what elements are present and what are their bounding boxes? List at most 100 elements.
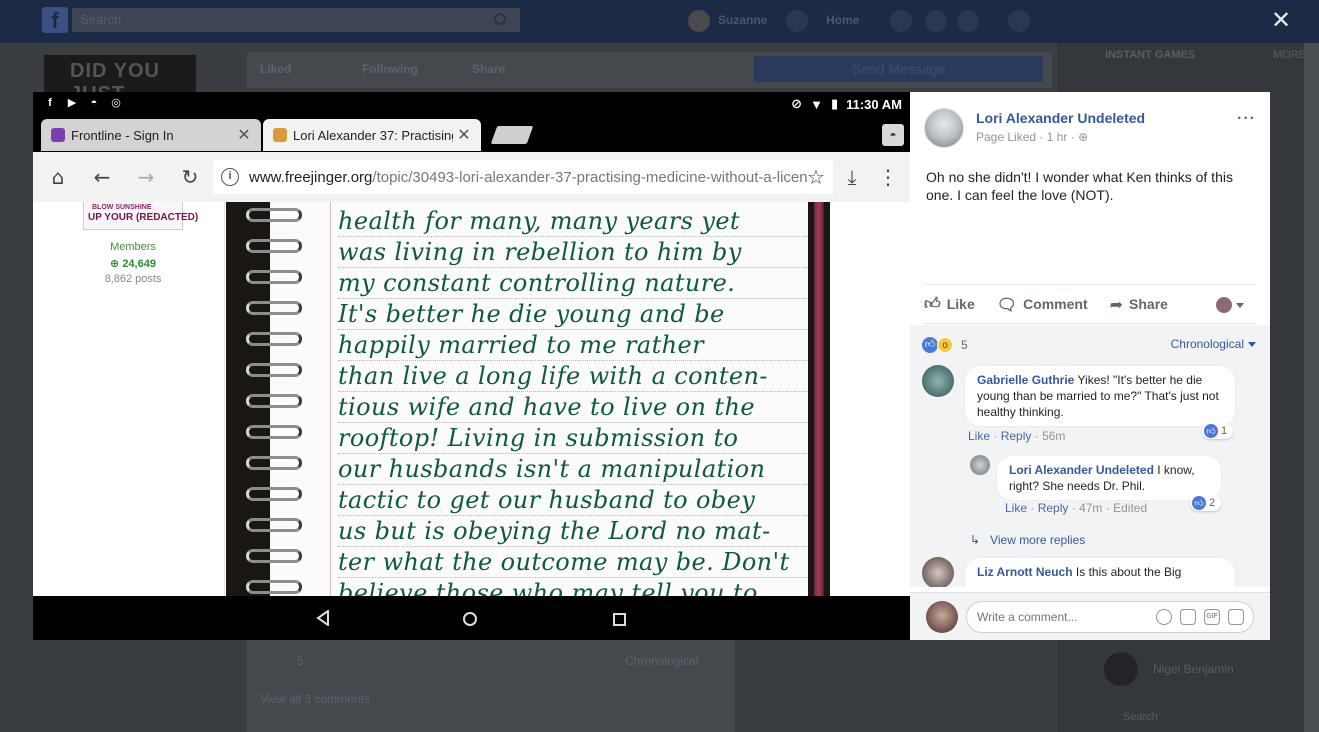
notifications-icon	[957, 10, 979, 32]
comment-sort-dropdown[interactable]: Chronological	[1171, 337, 1256, 351]
bookmark-star-icon[interactable]: ☆	[803, 164, 829, 190]
home-icon[interactable]: ⌂	[45, 164, 71, 190]
commenter-name[interactable]: Liz Arnott Neuch	[977, 565, 1073, 579]
youtube-notification-icon: ▶	[67, 97, 77, 109]
gif-icon[interactable]: GIF	[1204, 609, 1220, 625]
spiral-ring	[246, 270, 302, 284]
back-nav-icon[interactable]	[315, 610, 331, 626]
new-tab-button[interactable]	[490, 126, 534, 144]
user-avatar	[688, 10, 710, 32]
reputation-count: ⊕ 24,649	[110, 258, 156, 270]
forward-arrow-icon[interactable]: →	[133, 164, 159, 190]
instant-games-label: INSTANT GAMES	[1105, 49, 1196, 61]
sticker-icon[interactable]	[1228, 609, 1244, 625]
handwritten-line: health for many, many years yet	[338, 206, 808, 237]
reaction-count: 5	[961, 338, 968, 352]
recents-nav-icon[interactable]	[613, 613, 626, 626]
facebook-logo-icon: f	[42, 7, 68, 33]
browser-toolbar: ⌂ ← → ↻ i www.freejinger.org /topic/3049…	[33, 152, 910, 202]
bg-reaction-count: 5	[297, 654, 304, 668]
search-icon	[494, 13, 506, 25]
wow-reaction-icon: o	[937, 337, 953, 353]
photo-viewer-image[interactable]: f ▶ ◓ ◎ ⊘ ▼ ▮ 11:30 AM Frontline - Sign …	[33, 92, 910, 640]
forum-page-content: BLOW SUNSHINE UP YOUR (REDACTED) Members…	[33, 202, 910, 596]
home-nav-icon[interactable]	[463, 612, 477, 626]
handwritten-line: tious wife and have to live on the	[338, 392, 808, 423]
reactions-summary[interactable]: 👍︎ o 5	[922, 337, 968, 353]
comment-reply-link[interactable]: Reply	[1038, 501, 1069, 515]
comment-reply-link[interactable]: Reply	[1001, 429, 1032, 443]
post-as-selector[interactable]	[1216, 297, 1244, 313]
commenter-avatar[interactable]	[922, 557, 954, 587]
post-time[interactable]: 1 hr	[1047, 130, 1068, 144]
like-reaction-icon: 👍︎	[922, 337, 938, 353]
spiral-ring	[246, 518, 302, 532]
spiral-ring	[246, 487, 302, 501]
member-group: Members	[110, 241, 156, 253]
emoji-icon[interactable]	[1156, 609, 1172, 625]
post-header: Lori Alexander Undeleted Page Liked · 1 …	[924, 108, 1260, 148]
freejinger-favicon-icon	[273, 128, 287, 142]
comments-section: 👍︎ o 5 Chronological Gabrielle Guthrie Y…	[910, 325, 1270, 587]
handwritten-line: It's better he die young and be	[338, 299, 808, 330]
like-button[interactable]: 👍︎ Like	[924, 294, 975, 314]
camera-icon[interactable]	[1180, 609, 1196, 625]
globe-icon: ⊕	[1078, 130, 1089, 144]
comment-time[interactable]: 56m	[1042, 429, 1065, 443]
info-icon[interactable]: i	[221, 168, 239, 186]
user-name-link: Suzanne	[718, 13, 768, 27]
commenter-name[interactable]: Gabrielle Guthrie	[977, 373, 1074, 387]
handwritten-line: happily married to me rather	[338, 330, 808, 361]
close-viewer-button[interactable]: ✕	[1268, 8, 1294, 34]
commenter-avatar[interactable]	[970, 455, 990, 475]
spiral-ring	[246, 456, 302, 470]
notebook-photo: health for many, many years yet was livin…	[226, 202, 830, 596]
spiral-ring	[246, 580, 302, 594]
reload-icon[interactable]: ↻	[177, 164, 203, 190]
comment-like-link[interactable]: Like	[968, 429, 990, 443]
comment-button[interactable]: 🗨︎ Comment	[997, 295, 1088, 314]
spiral-ring	[246, 239, 302, 253]
spiral-binding	[246, 202, 306, 596]
browser-tab-strip: Frontline - Sign In ✕ Lori Alexander 37:…	[33, 116, 910, 152]
instagram-notification-icon: ◎	[111, 97, 121, 109]
page-avatar[interactable]	[924, 108, 964, 148]
commenter-name[interactable]: Lori Alexander Undeleted	[1009, 463, 1154, 477]
comment-item: Gabrielle Guthrie Yikes! "It's better he…	[922, 365, 1262, 445]
page-name-link[interactable]: Lori Alexander Undeleted	[976, 110, 1145, 126]
spiral-ring	[246, 332, 302, 346]
messenger-icon	[925, 10, 947, 32]
incognito-switcher-icon[interactable]: ◓	[882, 124, 904, 146]
comment-time[interactable]: 47m	[1079, 501, 1102, 515]
friend-requests-icon	[786, 10, 808, 32]
close-icon[interactable]: ✕	[237, 125, 251, 145]
back-arrow-icon[interactable]: ←	[89, 164, 115, 190]
edited-label[interactable]: Edited	[1113, 501, 1147, 515]
tab-title: Frontline - Sign In	[71, 127, 174, 143]
post-count: 8,862 posts	[104, 273, 162, 285]
handwritten-line: our husbands isn't a manipulation	[338, 454, 808, 485]
comment-reaction-badge[interactable]: 👍︎ 1	[1202, 423, 1234, 439]
home-link: Home	[826, 13, 860, 27]
spiral-ring	[246, 208, 302, 222]
overflow-menu-icon[interactable]: ⋮	[875, 164, 901, 190]
close-icon[interactable]: ✕	[457, 125, 471, 145]
tab-frontline[interactable]: Frontline - Sign In ✕	[41, 119, 261, 151]
handwritten-line: rooftop! Living in submission to	[338, 423, 808, 454]
android-nav-bar	[33, 596, 910, 640]
spiral-ring	[246, 394, 302, 408]
url-path: /topic/30493-lori-alexander-37-practisin…	[372, 168, 808, 186]
share-button[interactable]: ➦ Share	[1110, 295, 1168, 314]
following-button: Following	[362, 62, 418, 76]
view-more-replies-link[interactable]: ↳ View more replies	[970, 533, 1085, 547]
download-icon[interactable]: ⤓	[839, 164, 865, 190]
comment-reaction-badge[interactable]: 👍︎ 2	[1190, 495, 1222, 511]
tab-lori-alexander[interactable]: Lori Alexander 37: Practising M ✕	[263, 119, 481, 151]
commenter-avatar[interactable]	[922, 365, 954, 397]
comment-like-link[interactable]: Like	[1005, 501, 1027, 515]
address-bar[interactable]: i www.freejinger.org /topic/30493-lori-a…	[213, 160, 833, 194]
page-banner: DID YOU JUST...	[44, 55, 196, 105]
reply-arrow-icon: ↳	[970, 533, 981, 547]
more-options-icon[interactable]: ···	[1237, 110, 1256, 128]
url-host: www.freejinger.org	[249, 168, 373, 186]
